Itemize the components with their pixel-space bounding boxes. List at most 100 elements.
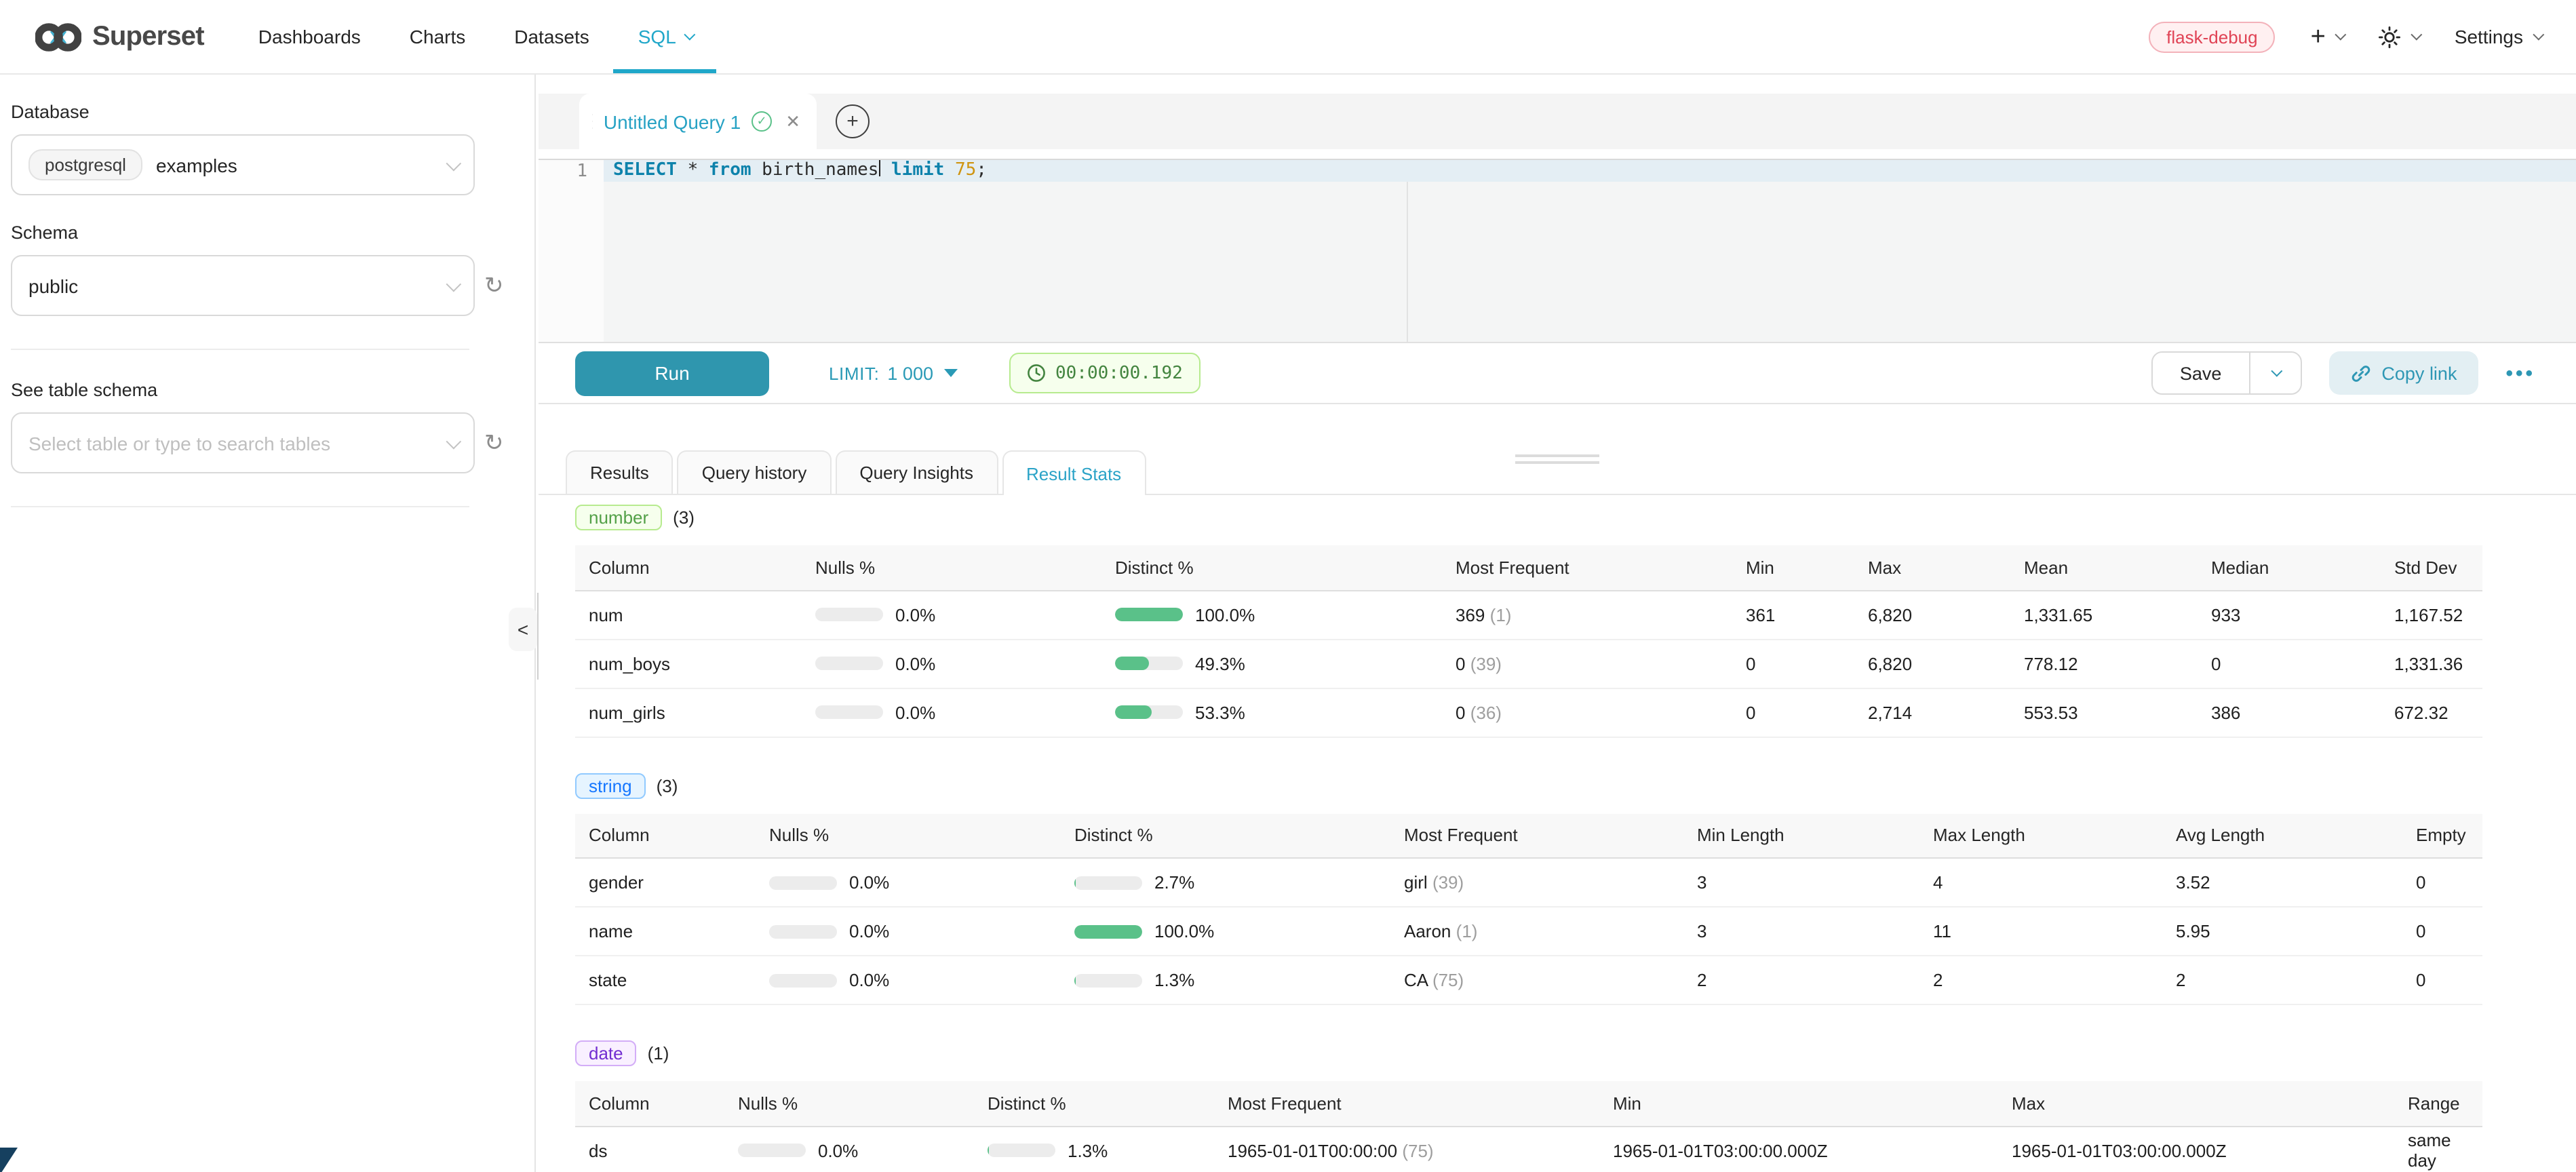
editor-toolbar: Run LIMIT: 1 000 00:00:00.192 Save <box>539 343 2576 404</box>
most-frequent-value: 369 <box>1456 604 1485 625</box>
result-stats-content: number (3) Column Nulls % Distinct % Mos… <box>539 505 2576 1172</box>
link-icon <box>2350 363 2370 383</box>
schema-select[interactable]: public <box>11 255 475 316</box>
nulls-pct: 0.0% <box>818 1140 858 1160</box>
query-success-icon: ✓ <box>752 111 772 132</box>
table-select-placeholder: Select table or type to search tables <box>28 432 330 454</box>
stat-cell: 4 <box>1922 858 2165 907</box>
table-header-row: Column Nulls % Distinct % Most Frequent … <box>575 1081 2482 1126</box>
most-frequent-value: 0 <box>1456 702 1465 722</box>
close-tab-icon[interactable]: ✕ <box>785 111 800 132</box>
column-name: num_girls <box>575 688 804 737</box>
environment-badge: flask-debug <box>2149 21 2275 52</box>
stat-cell: 0 <box>2405 956 2482 1004</box>
tab-query-history[interactable]: Query history <box>678 450 832 494</box>
stat-cell: 2,714 <box>1857 688 2013 737</box>
distinct-progress-bar <box>1115 705 1183 719</box>
type-badge-string: string <box>575 773 646 798</box>
tab-query-insights[interactable]: Query Insights <box>835 450 998 494</box>
limit-value: 1 000 <box>887 363 933 383</box>
print-margin-line <box>1407 160 1408 342</box>
theme-menu[interactable] <box>2379 25 2419 48</box>
sql-editor[interactable]: 1 SELECT * from birth_names limit 75; <box>539 160 2576 343</box>
chevron-down-icon <box>446 433 462 449</box>
editor-code-area[interactable]: SELECT * from birth_names limit 75; <box>604 160 2576 342</box>
superset-logo[interactable]: Superset <box>35 0 204 73</box>
stat-cell: 6,820 <box>1857 590 2013 639</box>
nulls-progress-bar <box>769 973 837 987</box>
distinct-pct: 2.7% <box>1154 872 1194 893</box>
nav-item-dashboards[interactable]: Dashboards <box>234 0 385 73</box>
sql-token: ; <box>976 160 987 180</box>
stat-cell: 2 <box>2165 956 2405 1004</box>
copy-link-button[interactable]: Copy link <box>2328 351 2478 395</box>
stat-cell: 3 <box>1686 907 1922 956</box>
nulls-pct: 0.0% <box>849 970 889 990</box>
string-stats-table: Column Nulls % Distinct % Most Frequent … <box>575 813 2482 1005</box>
drag-handle-icon[interactable] <box>591 111 593 132</box>
nav-item-charts[interactable]: Charts <box>385 0 490 73</box>
col-header: Nulls % <box>804 545 1104 590</box>
chevron-down-icon <box>2411 29 2423 41</box>
distinct-progress-bar <box>1074 876 1142 889</box>
stat-cell: 386 <box>2200 688 2383 737</box>
database-select[interactable]: postgresql examples <box>11 134 475 195</box>
stat-cell: 1965-01-01T03:00:00.000Z <box>1602 1126 2001 1172</box>
nulls-progress-bar <box>815 657 883 670</box>
distinct-pct: 100.0% <box>1154 921 1214 941</box>
table-row: num_boys 0.0% 49.3% 0 (39) 0 6,820 778.1… <box>575 639 2482 688</box>
distinct-progress-bar <box>1074 973 1142 987</box>
distinct-pct: 53.3% <box>1195 702 1245 722</box>
distinct-pct: 1.3% <box>1068 1140 1108 1160</box>
stat-cell: 933 <box>2200 590 2383 639</box>
col-header: Column <box>575 1081 727 1126</box>
save-button[interactable]: Save <box>2153 353 2249 393</box>
nulls-progress-bar <box>769 924 837 938</box>
type-badge-date: date <box>575 1040 637 1066</box>
distinct-progress-bar <box>1115 608 1183 621</box>
query-tab[interactable]: Untitled Query 1 ✓ ✕ <box>579 94 817 149</box>
distinct-pct: 100.0% <box>1195 604 1255 625</box>
refresh-schema-icon[interactable]: ↻ <box>484 274 504 297</box>
tab-result-stats[interactable]: Result Stats <box>1002 450 1146 495</box>
table-row: name 0.0% 100.0% Aaron (1) 3 11 5.95 0 <box>575 907 2482 956</box>
nav-item-sql[interactable]: SQL <box>614 0 717 73</box>
more-options-button[interactable]: ••• <box>2505 362 2535 385</box>
stat-cell: same day <box>2397 1126 2482 1172</box>
nav-item-datasets[interactable]: Datasets <box>490 0 614 73</box>
collapse-sidebar-button[interactable]: < <box>509 608 537 651</box>
col-header: Max <box>2001 1081 2397 1126</box>
refresh-tables-icon[interactable]: ↻ <box>484 431 504 454</box>
sql-token: limit <box>880 160 944 180</box>
nulls-progress-bar <box>738 1144 806 1157</box>
settings-menu[interactable]: Settings <box>2455 26 2541 47</box>
table-row: ds 0.0% 1.3% 1965-01-01T00:00:00 (75) 19… <box>575 1126 2482 1172</box>
pane-resize-handle[interactable] <box>1515 454 1599 468</box>
table-select[interactable]: Select table or type to search tables <box>11 412 475 473</box>
tab-results[interactable]: Results <box>566 450 674 494</box>
new-item-menu[interactable]: + <box>2311 24 2343 50</box>
nulls-progress-bar <box>815 608 883 621</box>
number-stats-table: Column Nulls % Distinct % Most Frequent … <box>575 545 2482 737</box>
col-header: Distinct % <box>1063 813 1393 858</box>
chevron-down-icon <box>684 29 696 41</box>
col-header: Column <box>575 545 804 590</box>
limit-dropdown[interactable]: LIMIT: 1 000 <box>829 363 958 383</box>
nulls-progress-bar <box>769 876 837 889</box>
stat-cell: 1,331.65 <box>2013 590 2200 639</box>
line-number: 1 <box>539 161 587 183</box>
most-frequent-value: 1965-01-01T00:00:00 <box>1228 1140 1397 1160</box>
column-name: ds <box>575 1126 727 1172</box>
col-header: Nulls % <box>727 1081 977 1126</box>
stat-cell: 1,331.36 <box>2383 639 2482 688</box>
type-count: (1) <box>648 1043 669 1063</box>
new-query-tab-button[interactable]: + <box>836 104 870 138</box>
stat-cell: 0 <box>1735 639 1857 688</box>
most-frequent-count: (75) <box>1432 970 1464 990</box>
chevron-down-icon <box>2335 29 2347 41</box>
distinct-progress-bar <box>988 1144 1055 1157</box>
most-frequent-count: (39) <box>1470 653 1502 673</box>
run-button[interactable]: Run <box>575 351 769 395</box>
column-name: state <box>575 956 758 1004</box>
save-options-button[interactable] <box>2248 353 2300 393</box>
